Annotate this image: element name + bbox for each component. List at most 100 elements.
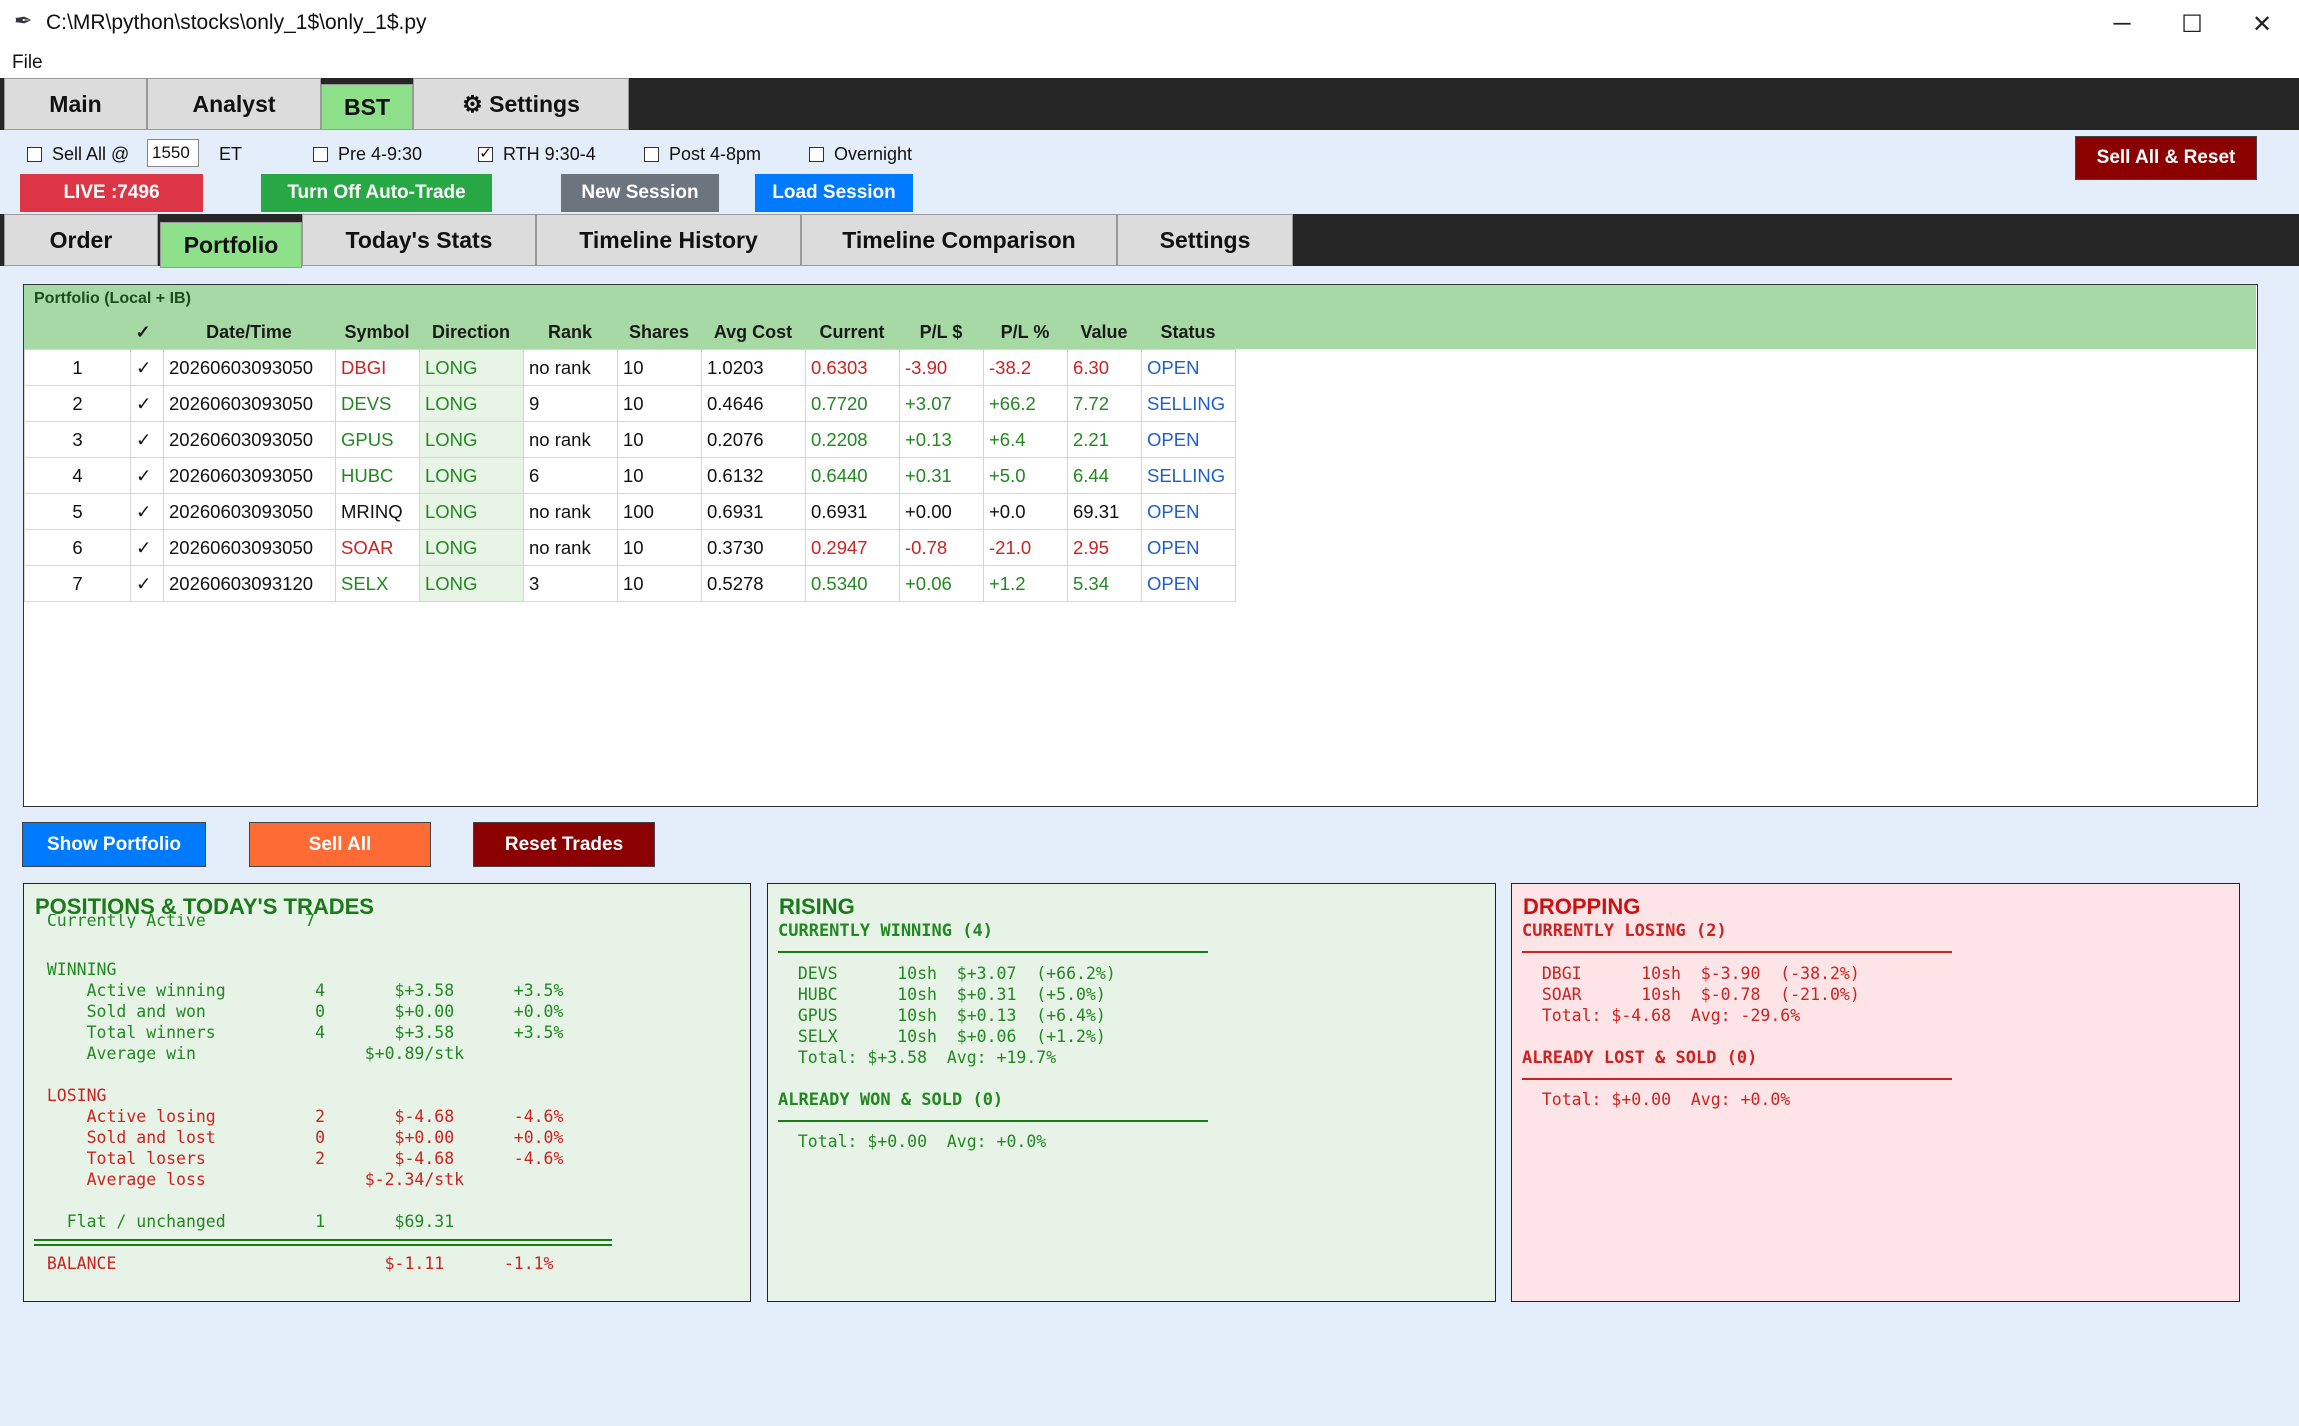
cell-dt: 20260603093050: [163, 457, 336, 494]
table-row[interactable]: 6 ✓ 20260603093050 SOAR LONG no rank 10 0.3730 0…: [24, 529, 1236, 566]
sell-all-reset-button[interactable]: Sell All & Reset: [2075, 136, 2257, 180]
tab-settings[interactable]: ⚙ Settings: [413, 78, 629, 130]
col-shares[interactable]: Shares: [617, 322, 701, 343]
winning-heading: WINNING: [27, 960, 117, 979]
cell-dt: 20260603093050: [163, 421, 336, 458]
cell-dir: LONG: [419, 529, 524, 566]
win-line: Average win $+0.89/stk: [27, 1044, 465, 1063]
col-check[interactable]: ✓: [133, 322, 153, 343]
losing-heading: LOSING: [27, 1086, 107, 1105]
lose-line: Average loss $-2.34/stk: [27, 1170, 465, 1189]
col-datetime[interactable]: Date/Time: [163, 322, 335, 343]
rth-checkbox[interactable]: ✓ RTH 9:30-4: [478, 144, 596, 165]
tab-analyst[interactable]: Analyst: [147, 78, 321, 130]
cell-sym: GPUS: [335, 421, 420, 458]
cell-chk: ✓: [130, 529, 164, 566]
load-session-button[interactable]: Load Session: [755, 174, 913, 212]
tab-portfolio[interactable]: Portfolio: [160, 222, 302, 268]
sell-all-checkbox[interactable]: Sell All @: [27, 144, 129, 165]
tab-timeline-comparison[interactable]: Timeline Comparison: [801, 214, 1117, 266]
cell-cur: 0.5340: [805, 565, 900, 602]
col-direction[interactable]: Direction: [419, 322, 523, 343]
sell-all-time-input[interactable]: 1550: [147, 139, 199, 167]
won-sold-total: Total: $+0.00 Avg: +0.0%: [778, 1132, 1047, 1151]
cell-val: 5.34: [1067, 565, 1142, 602]
table-row[interactable]: 1 ✓ 20260603093050 DBGI LONG no rank 10 1.0203 0…: [24, 349, 1236, 386]
cell-dir: LONG: [419, 493, 524, 530]
live-port-button[interactable]: LIVE :7496: [20, 174, 203, 212]
col-pl-percent[interactable]: P/L %: [983, 322, 1067, 343]
tab-order[interactable]: Order: [4, 214, 158, 266]
col-rank[interactable]: Rank: [523, 322, 617, 343]
cell-status: OPEN: [1141, 493, 1236, 530]
cell-plp: +6.4: [983, 421, 1068, 458]
tab-main[interactable]: Main: [4, 78, 147, 130]
cell-sym: DBGI: [335, 349, 420, 386]
cell-cur: 0.6440: [805, 457, 900, 494]
cell-avg: 1.0203: [701, 349, 806, 386]
dropping-panel: DROPPING CURRENTLY LOSING (2) DBGI 10sh …: [1511, 883, 2240, 1302]
cell-rank: no rank: [523, 529, 618, 566]
cell-dir: LONG: [419, 565, 524, 602]
show-portfolio-button[interactable]: Show Portfolio: [22, 822, 206, 867]
maximize-icon[interactable]: ☐: [2162, 6, 2222, 42]
cell-avg: 0.4646: [701, 385, 806, 422]
checked-icon[interactable]: ✓: [478, 146, 493, 162]
cell-rank: no rank: [523, 421, 618, 458]
post-market-checkbox[interactable]: Post 4-8pm: [644, 144, 761, 165]
divider: [1522, 1078, 1952, 1080]
sell-all-button[interactable]: Sell All: [249, 822, 431, 867]
lose-line: Total losers 2 $-4.68 -4.6%: [27, 1149, 564, 1168]
rising-subheading: CURRENTLY WINNING (4): [778, 921, 993, 941]
col-pl-dollar[interactable]: P/L $: [899, 322, 983, 343]
close-icon[interactable]: ✕: [2232, 6, 2292, 42]
cell-dt: 20260603093050: [163, 385, 336, 422]
cell-shares: 10: [617, 457, 702, 494]
checkbox-icon[interactable]: [644, 147, 659, 162]
tab-todays-stats[interactable]: Today's Stats: [302, 214, 536, 266]
table-row[interactable]: 3 ✓ 20260603093050 GPUS LONG no rank 10 0.2076 0…: [24, 421, 1236, 458]
cell-avg: 0.3730: [701, 529, 806, 566]
checkbox-icon[interactable]: [27, 147, 42, 162]
cell-chk: ✓: [130, 493, 164, 530]
rising-line: GPUS 10sh $+0.13 (+6.4%): [778, 1006, 1106, 1025]
cell-shares: 10: [617, 421, 702, 458]
col-value[interactable]: Value: [1067, 322, 1141, 343]
cell-sym: SELX: [335, 565, 420, 602]
cell-rank: 3: [523, 565, 618, 602]
rising-title: RISING: [779, 894, 855, 919]
win-line: Active winning 4 $+3.58 +3.5%: [27, 981, 564, 1000]
menu-file[interactable]: File: [12, 52, 43, 74]
cell-n: 6: [24, 529, 131, 566]
balance-line: BALANCE $-1.11 -1.1%: [27, 1254, 554, 1273]
cell-val: 6.44: [1067, 457, 1142, 494]
tab-timeline-history[interactable]: Timeline History: [536, 214, 801, 266]
checkbox-icon[interactable]: [313, 147, 328, 162]
minimize-icon[interactable]: ─: [2092, 6, 2152, 42]
sub-tab-bar: Order Portfolio Today's Stats Timeline H…: [0, 214, 2299, 268]
table-row[interactable]: 4 ✓ 20260603093050 HUBC LONG 6 10 0.6132 0.6440 +…: [24, 457, 1236, 494]
tab-sub-settings[interactable]: Settings: [1117, 214, 1293, 266]
autotrade-toggle-button[interactable]: Turn Off Auto-Trade: [261, 174, 492, 212]
col-symbol[interactable]: Symbol: [335, 322, 419, 343]
pre-market-checkbox[interactable]: Pre 4-9:30: [313, 144, 422, 165]
table-row[interactable]: 7 ✓ 20260603093120 SELX LONG 3 10 0.5278 0.5340 +…: [24, 565, 1236, 602]
cell-val: 2.21: [1067, 421, 1142, 458]
table-row[interactable]: 2 ✓ 20260603093050 DEVS LONG 9 10 0.4646 0.7720 +…: [24, 385, 1236, 422]
rising-line: DEVS 10sh $+3.07 (+66.2%): [778, 964, 1116, 983]
cell-cur: 0.2947: [805, 529, 900, 566]
portfolio-header: Portfolio (Local + IB) ✓ Date/Time Symbo…: [24, 285, 2256, 349]
new-session-button[interactable]: New Session: [561, 174, 719, 212]
reset-trades-button[interactable]: Reset Trades: [473, 822, 655, 867]
divider: [778, 951, 1208, 953]
table-row[interactable]: 5 ✓ 20260603093050 MRINQ LONG no rank 100 0.693…: [24, 493, 1236, 530]
col-current[interactable]: Current: [805, 322, 899, 343]
cell-plp: +1.2: [983, 565, 1068, 602]
cell-status: OPEN: [1141, 565, 1236, 602]
checkbox-icon[interactable]: [809, 147, 824, 162]
tab-bst[interactable]: BST: [321, 84, 413, 130]
col-avg-cost[interactable]: Avg Cost: [701, 322, 805, 343]
cell-sym: HUBC: [335, 457, 420, 494]
overnight-checkbox[interactable]: Overnight: [809, 144, 912, 165]
col-status[interactable]: Status: [1141, 322, 1235, 343]
